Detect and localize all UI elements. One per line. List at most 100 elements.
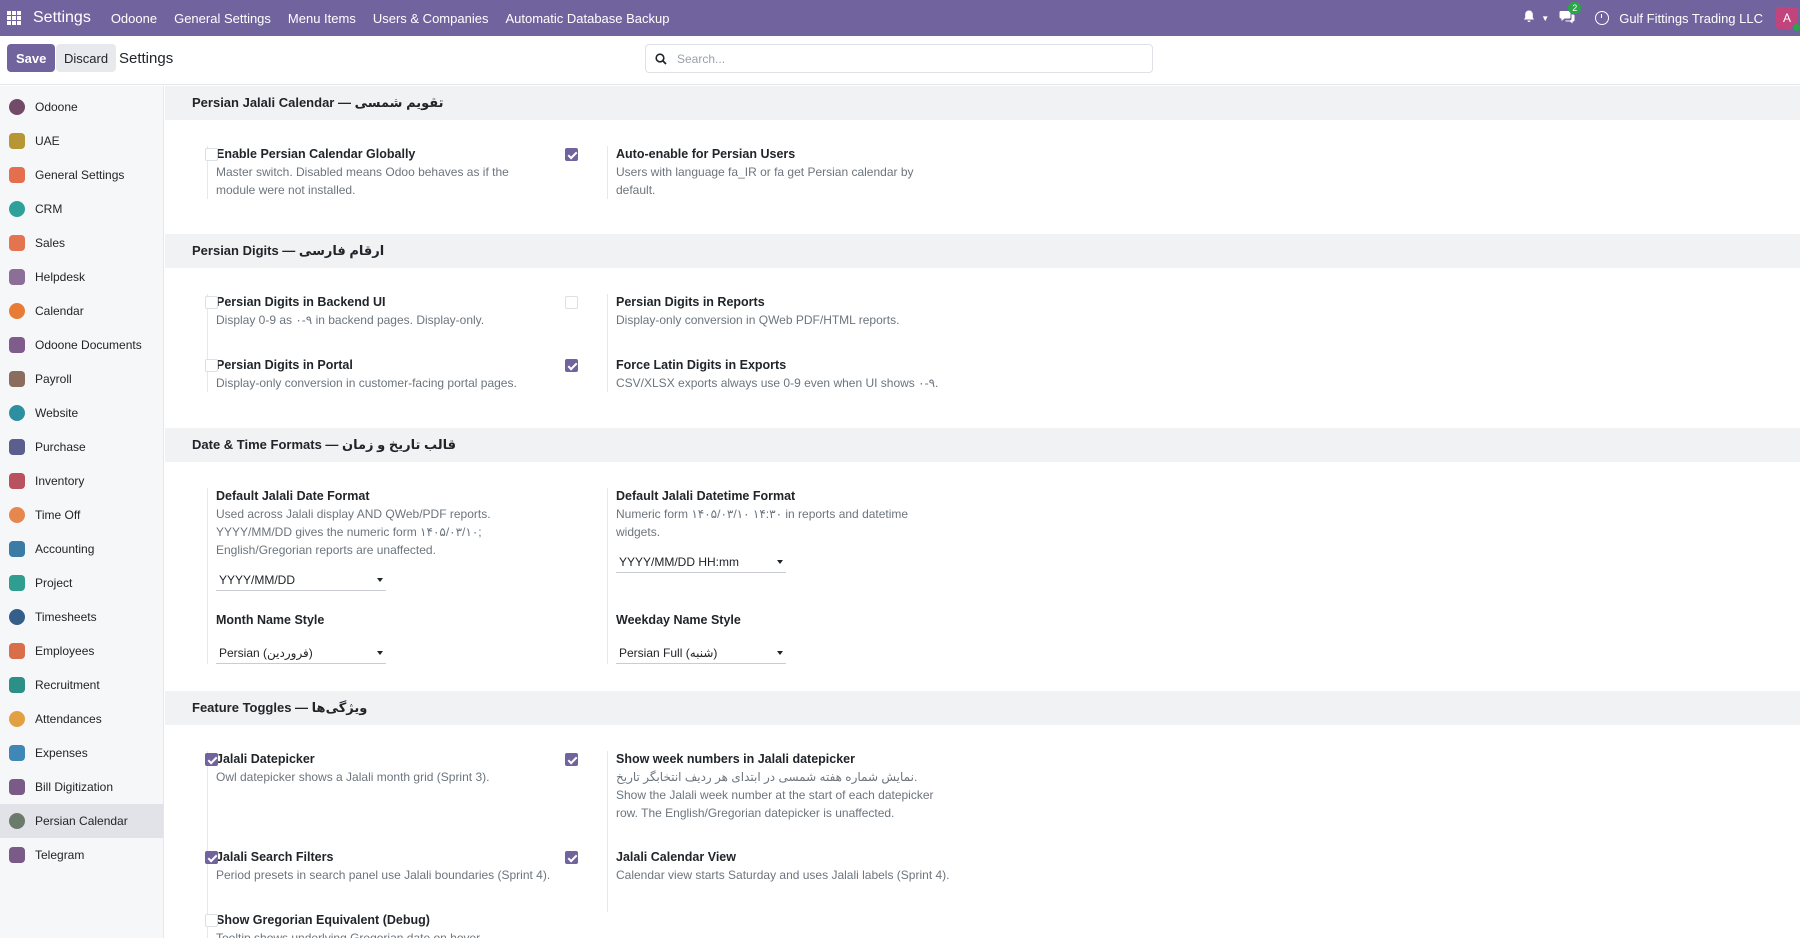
sidebar-item-uae[interactable]: UAE	[0, 124, 163, 158]
month-name-select[interactable]: Persian (فروردین)	[216, 642, 386, 664]
sidebar-item-accounting[interactable]: Accounting	[0, 532, 163, 566]
nav-menu-items[interactable]: Menu Items	[288, 11, 356, 26]
sidebar-item-employees[interactable]: Employees	[0, 634, 163, 668]
activity-clock-icon[interactable]	[1595, 11, 1610, 25]
sidebar-item-payroll[interactable]: Payroll	[0, 362, 163, 396]
sales-icon	[9, 235, 25, 251]
documents-icon	[9, 337, 25, 353]
sidebar-item-attendances[interactable]: Attendances	[0, 702, 163, 736]
digits-portal-checkbox[interactable]	[205, 359, 218, 372]
setting-title: Weekday Name Style	[616, 613, 741, 627]
setting-month-name-style: Month Name Style Persian (فروردین)	[165, 612, 565, 664]
sidebar-item-inventory[interactable]: Inventory	[0, 464, 163, 498]
sidebar-item-label: Helpdesk	[35, 270, 86, 284]
top-navbar: Settings Odoone General Settings Menu It…	[0, 0, 1800, 36]
sidebar-item-persian-calendar[interactable]: Persian Calendar	[0, 804, 163, 838]
calendar-icon	[9, 303, 25, 319]
nav-users-companies[interactable]: Users & Companies	[373, 11, 489, 26]
sidebar-item-expenses[interactable]: Expenses	[0, 736, 163, 770]
nav-odoone[interactable]: Odoone	[111, 11, 157, 26]
nav-auto-db-backup[interactable]: Automatic Database Backup	[505, 11, 669, 26]
sidebar-item-calendar[interactable]: Calendar	[0, 294, 163, 328]
settings-main: Persian Jalali Calendar — تقویم شمسی Ena…	[165, 86, 1800, 938]
sidebar-item-telegram[interactable]: Telegram	[0, 838, 163, 872]
sidebar-item-label: Timesheets	[35, 610, 97, 624]
sidebar-item-label: Persian Calendar	[35, 814, 128, 828]
sidebar-item-helpdesk[interactable]: Helpdesk	[0, 260, 163, 294]
setting-date-format: Default Jalali Date Format Used across J…	[165, 488, 565, 612]
chat-icon[interactable]: 2	[1559, 1, 1582, 27]
setting-description: Owl datepicker shows a Jalali month grid…	[216, 770, 490, 784]
bell-icon[interactable]	[1523, 10, 1535, 26]
sidebar-item-label: Odoone Documents	[35, 338, 142, 352]
search-box[interactable]	[645, 44, 1153, 73]
calendar-view-checkbox[interactable]	[565, 851, 578, 864]
setting-description: Display-only conversion in QWeb PDF/HTML…	[616, 313, 900, 327]
sidebar-item-recruitment[interactable]: Recruitment	[0, 668, 163, 702]
setting-title: Jalali Datepicker	[216, 752, 315, 766]
sidebar-item-label: Odoone	[35, 100, 78, 114]
online-status-dot	[1792, 23, 1800, 32]
sidebar-item-project[interactable]: Project	[0, 566, 163, 600]
sidebar-item-purchase[interactable]: Purchase	[0, 430, 163, 464]
website-icon	[9, 405, 25, 421]
bill-digitization-icon	[9, 779, 25, 795]
sidebar-item-bill-digitization[interactable]: Bill Digitization	[0, 770, 163, 804]
project-icon	[9, 575, 25, 591]
user-avatar[interactable]: A	[1776, 7, 1800, 32]
sidebar-item-label: CRM	[35, 202, 63, 216]
sidebar-item-label: UAE	[35, 134, 60, 148]
jalali-datepicker-checkbox[interactable]	[205, 753, 218, 766]
sidebar-item-label: Employees	[35, 644, 95, 658]
sidebar-item-general-settings[interactable]: General Settings	[0, 158, 163, 192]
datetime-format-select[interactable]: YYYY/MM/DD HH:mm	[616, 551, 786, 573]
search-input[interactable]	[677, 51, 1117, 66]
setting-title: Default Jalali Datetime Format	[616, 489, 796, 503]
gregorian-debug-checkbox[interactable]	[205, 914, 218, 927]
discard-button[interactable]: Discard	[56, 44, 117, 72]
crm-icon	[9, 201, 25, 217]
company-switcher[interactable]: Gulf Fittings Trading LLC	[1619, 11, 1763, 26]
settings-sidebar: Odoone UAE General Settings CRM Sales Helpdes…	[0, 86, 164, 938]
sidebar-item-time-off[interactable]: Time Off	[0, 498, 163, 532]
setting-description: Numeric form ۱۴۰۵/۰۳/۱۰ ۱۴:۳۰ in reports…	[616, 507, 909, 539]
setting-title: Show Gregorian Equivalent (Debug)	[216, 913, 430, 927]
chevron-down-icon[interactable]: ▼	[1541, 14, 1549, 23]
setting-jalali-calendar-view: Jalali Calendar View Calendar view start…	[565, 849, 965, 912]
inventory-icon	[9, 473, 25, 489]
setting-digits-reports: Persian Digits in Reports Display-only c…	[565, 294, 965, 357]
setting-description: Period presets in search panel use Jalal…	[216, 868, 551, 882]
purchase-icon	[9, 439, 25, 455]
sidebar-item-odoone-documents[interactable]: Odoone Documents	[0, 328, 163, 362]
save-button[interactable]: Save	[7, 44, 56, 72]
digits-reports-checkbox[interactable]	[565, 296, 578, 309]
weekday-name-select[interactable]: Persian Full (شنبه)	[616, 642, 786, 664]
sidebar-item-label: Bill Digitization	[35, 780, 114, 794]
sidebar-item-label: Expenses	[35, 746, 88, 760]
page-title: Settings	[119, 50, 174, 67]
week-numbers-checkbox[interactable]	[565, 753, 578, 766]
enable-globally-checkbox[interactable]	[205, 148, 218, 161]
setting-digits-backend: Persian Digits in Backend UI Display 0-9…	[165, 294, 565, 357]
setting-auto-enable: Auto-enable for Persian Users Users with…	[565, 146, 965, 199]
date-format-select[interactable]: YYYY/MM/DD	[216, 569, 386, 591]
app-brand[interactable]: Settings	[33, 9, 91, 27]
sidebar-item-label: Inventory	[35, 474, 85, 488]
sidebar-item-website[interactable]: Website	[0, 396, 163, 430]
setting-title: Jalali Search Filters	[216, 850, 334, 864]
search-filters-checkbox[interactable]	[205, 851, 218, 864]
sidebar-item-sales[interactable]: Sales	[0, 226, 163, 260]
sidebar-item-crm[interactable]: CRM	[0, 192, 163, 226]
sidebar-item-label: General Settings	[35, 168, 125, 182]
digits-backend-checkbox[interactable]	[205, 296, 218, 309]
employees-icon	[9, 643, 25, 659]
force-latin-checkbox[interactable]	[565, 359, 578, 372]
sidebar-item-label: Payroll	[35, 372, 72, 386]
setting-digits-portal: Persian Digits in Portal Display-only co…	[165, 357, 565, 392]
sidebar-item-timesheets[interactable]: Timesheets	[0, 600, 163, 634]
sidebar-item-odoone[interactable]: Odoone	[0, 90, 163, 124]
auto-enable-checkbox[interactable]	[565, 148, 578, 161]
apps-menu-icon[interactable]	[7, 11, 21, 25]
nav-general-settings[interactable]: General Settings	[174, 11, 271, 26]
control-panel: Save Discard Settings	[0, 36, 1800, 85]
